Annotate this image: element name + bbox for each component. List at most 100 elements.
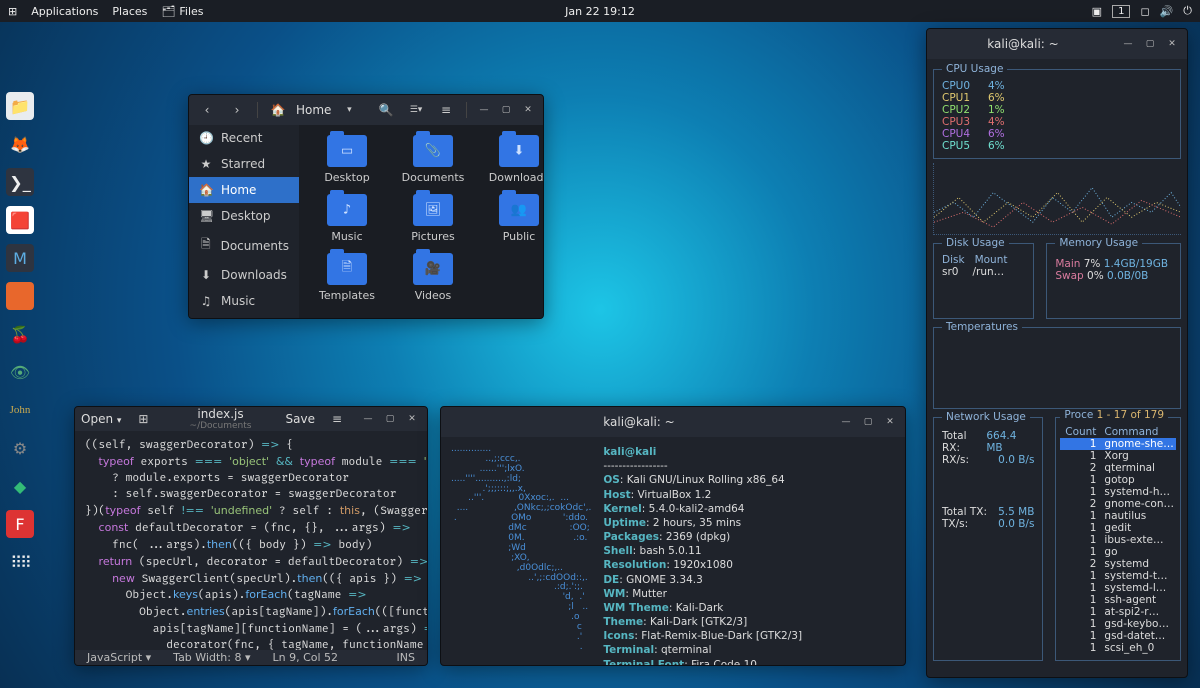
- minimize-button[interactable]: —: [1119, 36, 1137, 52]
- dock-show-apps-icon[interactable]: ⠿⠿: [6, 548, 34, 576]
- power-icon[interactable]: ⏻: [1183, 4, 1192, 18]
- editor-content[interactable]: ((self, swaggerDecorator) => { typeof ex…: [75, 431, 427, 650]
- save-button[interactable]: Save: [286, 412, 315, 426]
- process-row[interactable]: 1ssh-agent: [1060, 594, 1176, 606]
- folder-icon: 🖼: [413, 194, 453, 226]
- terminal-titlebar[interactable]: kali@kali: ~ — ▢ ✕: [441, 407, 905, 437]
- close-button[interactable]: ✕: [1163, 36, 1181, 52]
- process-row[interactable]: 1gsd-keybo…: [1060, 618, 1176, 630]
- status-language[interactable]: JavaScript ▾: [87, 651, 151, 664]
- terminal-window: kali@kali: ~ — ▢ ✕ .............. ..,;:c…: [440, 406, 906, 666]
- home-icon[interactable]: 🏠: [266, 98, 290, 122]
- sidebar-item-music[interactable]: ♫Music: [189, 288, 299, 314]
- new-tab-icon[interactable]: ⊞: [131, 407, 155, 431]
- sidebar-item-pictures[interactable]: 🖼Pictures: [189, 314, 299, 319]
- network-icon[interactable]: ◻: [1140, 5, 1149, 18]
- monitor-titlebar[interactable]: kali@kali: ~ — ▢ ✕: [927, 29, 1187, 59]
- dock-files-icon[interactable]: 📁: [6, 92, 34, 120]
- maximize-button[interactable]: ▢: [381, 411, 399, 427]
- folder-templates[interactable]: 🗎Templates: [309, 253, 385, 302]
- volume-icon[interactable]: 🔊: [1160, 5, 1174, 18]
- nav-forward-icon[interactable]: ›: [225, 98, 249, 122]
- dock-cherrytree-icon[interactable]: 🍒: [6, 320, 34, 348]
- sidebar-label: Downloads: [221, 268, 287, 282]
- path-breadcrumb[interactable]: Home: [296, 103, 331, 117]
- process-row[interactable]: 1nautilus: [1060, 510, 1176, 522]
- dock-notes-icon[interactable]: 🟥: [6, 206, 34, 234]
- sidebar-item-downloads[interactable]: ⬇Downloads: [189, 262, 299, 288]
- folder-public[interactable]: 👥Public: [481, 194, 544, 243]
- maximize-button[interactable]: ▢: [497, 102, 515, 118]
- folder-desktop[interactable]: ▭Desktop: [309, 135, 385, 184]
- maximize-button[interactable]: ▢: [1141, 36, 1159, 52]
- search-icon[interactable]: 🔍: [374, 98, 398, 122]
- sidebar-item-starred[interactable]: ★Starred: [189, 151, 299, 177]
- folder-music[interactable]: ♪Music: [309, 194, 385, 243]
- close-button[interactable]: ✕: [403, 411, 421, 427]
- clock[interactable]: Jan 22 19:12: [565, 5, 635, 18]
- process-row[interactable]: 2gnome-con…: [1060, 498, 1176, 510]
- close-button[interactable]: ✕: [881, 414, 899, 430]
- folder-documents[interactable]: 📎Documents: [395, 135, 471, 184]
- process-row[interactable]: 1gsd-datet…: [1060, 630, 1176, 642]
- close-button[interactable]: ✕: [519, 102, 537, 118]
- monitor-window: kali@kali: ~ — ▢ ✕ CPU Usage CPU04%CPU16…: [926, 28, 1188, 678]
- process-row[interactable]: 1gnome-she…: [1060, 438, 1176, 450]
- process-row[interactable]: 1ibus-exte…: [1060, 534, 1176, 546]
- camera-icon[interactable]: ▣: [1092, 5, 1102, 18]
- sidebar-item-home[interactable]: 🏠Home: [189, 177, 299, 203]
- dock-firefox-icon[interactable]: 🦊: [6, 130, 34, 158]
- hamburger-menu-icon[interactable]: ≡: [434, 98, 458, 122]
- status-position[interactable]: Ln 9, Col 52: [272, 651, 338, 664]
- process-row[interactable]: 1Xorg: [1060, 450, 1176, 462]
- hamburger-menu-icon[interactable]: ≡: [325, 407, 349, 431]
- terminal-content[interactable]: .............. ..,;:ccc,. ......''';lxO.…: [441, 437, 905, 666]
- sidebar-item-desktop[interactable]: 🖥Desktop: [189, 203, 299, 229]
- folder-icon: 🎥: [413, 253, 453, 285]
- places-menu[interactable]: Places: [112, 5, 147, 18]
- dock-ettercap-icon[interactable]: 👁: [6, 358, 34, 386]
- process-row[interactable]: 2systemd: [1060, 558, 1176, 570]
- process-row[interactable]: 1systemd-h…: [1060, 486, 1176, 498]
- process-row[interactable]: 1at-spi2-r…: [1060, 606, 1176, 618]
- status-tabwidth[interactable]: Tab Width: 8 ▾: [173, 651, 250, 664]
- network-usage-box: Network Usage Total RX:664.4 MB RX/s:0.0…: [933, 417, 1043, 661]
- status-insert-mode[interactable]: INS: [397, 651, 415, 664]
- folder-label: Pictures: [411, 230, 455, 243]
- view-list-icon[interactable]: ☰▾: [404, 98, 428, 122]
- path-dropdown-icon[interactable]: ▾: [337, 98, 361, 122]
- dock-john-icon[interactable]: John: [6, 396, 34, 424]
- files-menu[interactable]: 🗂Files: [161, 5, 203, 18]
- process-row[interactable]: 1systemd-l…: [1060, 582, 1176, 594]
- minimize-button[interactable]: —: [837, 414, 855, 430]
- dock-thunar-icon[interactable]: ◆: [6, 472, 34, 500]
- minimize-button[interactable]: —: [359, 411, 377, 427]
- folder-videos[interactable]: 🎥Videos: [395, 253, 471, 302]
- dock-faraday-icon[interactable]: F: [6, 510, 34, 538]
- sidebar-label: Music: [221, 294, 255, 308]
- open-button[interactable]: Open ▾: [81, 412, 121, 426]
- activities-icon[interactable]: ⊞: [8, 5, 17, 18]
- applications-menu[interactable]: Applications: [31, 5, 98, 18]
- process-row[interactable]: 1systemd-t…: [1060, 570, 1176, 582]
- editor-titlebar[interactable]: Open ▾ ⊞ index.js ~/Documents Save ≡ — ▢…: [75, 407, 427, 431]
- process-row[interactable]: 1gedit: [1060, 522, 1176, 534]
- files-titlebar[interactable]: ‹ › 🏠 Home ▾ 🔍 ☰▾ ≡ — ▢ ✕: [189, 95, 543, 125]
- dock-burp-icon[interactable]: [6, 282, 34, 310]
- folder-pictures[interactable]: 🖼 Pictures: [395, 194, 471, 243]
- process-row[interactable]: 1scsi_eh_0: [1060, 642, 1176, 654]
- dock-sqlmap-icon[interactable]: ⚙: [6, 434, 34, 462]
- dock-metasploit-icon[interactable]: M: [6, 244, 34, 272]
- minimize-button[interactable]: —: [475, 102, 493, 118]
- dock-terminal-icon[interactable]: ❯_: [6, 168, 34, 196]
- nav-back-icon[interactable]: ‹: [195, 98, 219, 122]
- workspace-indicator[interactable]: 1: [1112, 5, 1130, 18]
- process-row[interactable]: 1gotop: [1060, 474, 1176, 486]
- sidebar-item-documents[interactable]: 🗎Documents: [189, 229, 299, 262]
- process-row[interactable]: 2qterminal: [1060, 462, 1176, 474]
- sidebar-item-recent[interactable]: 🕘Recent: [189, 125, 299, 151]
- process-row[interactable]: 1go: [1060, 546, 1176, 558]
- editor-filename: index.js: [165, 407, 275, 421]
- folder-downloads[interactable]: ⬇Downloads: [481, 135, 544, 184]
- maximize-button[interactable]: ▢: [859, 414, 877, 430]
